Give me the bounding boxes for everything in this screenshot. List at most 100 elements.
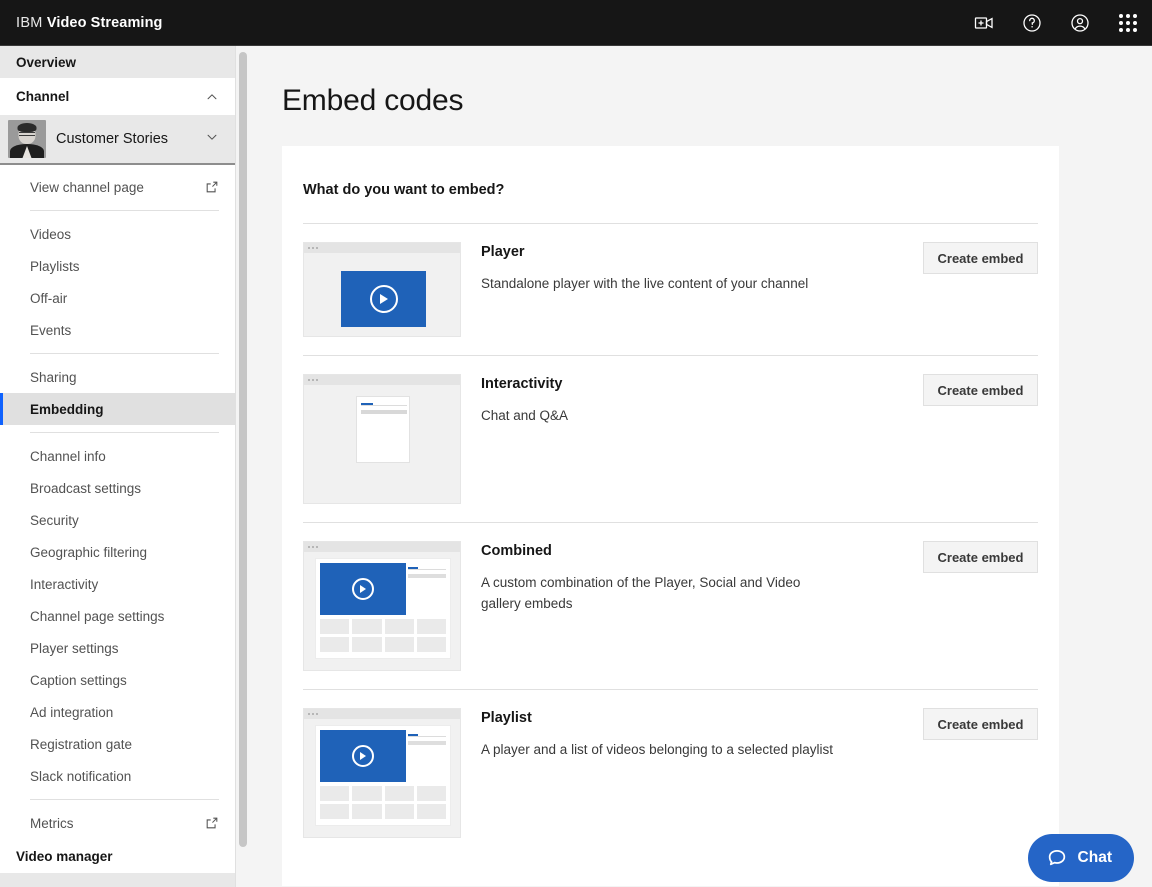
sidebar-item-embedding[interactable]: Embedding xyxy=(0,393,235,425)
player-preview xyxy=(320,730,406,782)
chat-bubble-icon xyxy=(1046,847,1068,869)
sidebar-item-off-air[interactable]: Off-air xyxy=(16,282,219,314)
browser-chrome-bar xyxy=(304,243,460,253)
help-icon[interactable] xyxy=(1008,0,1056,46)
chevron-down-icon xyxy=(205,130,219,149)
sidebar-item-security[interactable]: Security xyxy=(16,504,219,536)
sidebar-item-slack-notification[interactable]: Slack notification xyxy=(16,760,219,792)
chat-panel-preview xyxy=(408,563,446,615)
sidebar-item-label: Videos xyxy=(30,226,72,242)
sidebar-item-channel-info[interactable]: Channel info xyxy=(16,440,219,472)
player-thumbnail xyxy=(303,242,461,337)
sidebar-divider-4 xyxy=(30,799,219,800)
sidebar-bottom-fade xyxy=(0,873,235,887)
embed-option-title: Interactivity xyxy=(481,376,563,392)
player-preview xyxy=(320,563,406,615)
sidebar-section-channel[interactable]: Channel xyxy=(0,78,235,115)
sidebar-item-player-settings[interactable]: Player settings xyxy=(16,632,219,664)
chat-widget-button[interactable]: Chat xyxy=(1027,834,1134,882)
embed-option-title: Combined xyxy=(481,543,552,559)
play-icon xyxy=(369,285,398,313)
sidebar-item-overview[interactable]: Overview xyxy=(0,46,235,78)
sidebar-item-channel-page-settings[interactable]: Channel page settings xyxy=(16,600,219,632)
header-actions xyxy=(960,0,1152,45)
embed-option-title: Playlist xyxy=(481,710,532,726)
external-link-icon xyxy=(205,180,219,194)
sidebar-item-sharing[interactable]: Sharing xyxy=(16,361,219,393)
sidebar-scrollbar[interactable] xyxy=(238,46,248,887)
video-gallery-grid xyxy=(320,619,446,652)
sidebar-item-caption-settings[interactable]: Caption settings xyxy=(16,664,219,696)
card-heading: What do you want to embed? xyxy=(303,182,505,198)
avatar xyxy=(8,120,46,158)
video-gallery-grid xyxy=(320,786,446,819)
sidebar-item-label: Off-air xyxy=(30,290,68,306)
chat-message-bar xyxy=(408,574,446,578)
chat-panel-preview xyxy=(356,396,410,463)
play-icon xyxy=(352,745,374,767)
app-switcher-icon[interactable] xyxy=(1104,0,1152,46)
embed-option-text: Playlist A player and a list of videos b… xyxy=(461,708,923,761)
chat-tab-line xyxy=(408,569,446,571)
sidebar-item-playlists[interactable]: Playlists xyxy=(16,250,219,282)
create-embed-button[interactable]: Create embed xyxy=(923,708,1038,740)
chat-widget-label: Chat xyxy=(1077,849,1112,866)
chat-tab-line xyxy=(408,736,446,738)
sidebar-item-label: Embedding xyxy=(30,401,104,417)
embed-option-combined: Combined A custom combination of the Pla… xyxy=(303,522,1038,689)
sidebar-item-label: Events xyxy=(30,322,72,338)
sidebar-item-label: Broadcast settings xyxy=(30,480,142,496)
sidebar-item-geographic-filtering[interactable]: Geographic filtering xyxy=(16,536,219,568)
sidebar-divider-2 xyxy=(30,353,219,354)
sidebar-divider-1 xyxy=(30,210,219,211)
sidebar-item-video-manager[interactable]: Video manager xyxy=(0,839,235,873)
sidebar-item-registration-gate[interactable]: Registration gate xyxy=(16,728,219,760)
sidebar-item-broadcast-settings[interactable]: Broadcast settings xyxy=(16,472,219,504)
sidebar-item-label: Overview xyxy=(16,54,77,70)
sidebar-item-metrics[interactable]: Metrics xyxy=(16,807,219,839)
chevron-up-icon xyxy=(205,90,219,104)
play-icon xyxy=(352,578,374,600)
sidebar-divider-3 xyxy=(30,432,219,433)
browser-chrome-bar xyxy=(304,709,460,719)
create-embed-button[interactable]: Create embed xyxy=(923,541,1038,573)
playlist-thumbnail xyxy=(303,708,461,838)
page-title: Embed codes xyxy=(282,84,464,117)
sidebar-item-label: Ad integration xyxy=(30,704,114,720)
sidebar-item-label: Caption settings xyxy=(30,672,127,688)
sidebar: Overview Channel Customer Stories View c… xyxy=(0,46,236,887)
sidebar-item-label: Video manager xyxy=(16,848,113,864)
sidebar-item-view-channel-page[interactable]: View channel page xyxy=(16,171,219,203)
embed-option-interactivity: Interactivity Chat and Q&A Create embed xyxy=(303,355,1038,522)
player-preview xyxy=(341,271,426,327)
add-video-icon[interactable] xyxy=(960,0,1008,46)
sidebar-item-label: Slack notification xyxy=(30,768,132,784)
chat-message-bar xyxy=(408,741,446,745)
account-icon[interactable] xyxy=(1056,0,1104,46)
playlist-preview xyxy=(315,725,451,826)
sidebar-content: Overview Channel Customer Stories View c… xyxy=(0,46,235,887)
sidebar-item-label: Interactivity xyxy=(30,576,99,592)
sidebar-item-interactivity[interactable]: Interactivity xyxy=(16,568,219,600)
embed-option-description: A player and a list of videos belonging … xyxy=(481,742,833,757)
embed-option-description: Standalone player with the live content … xyxy=(481,276,809,291)
channel-selector[interactable]: Customer Stories xyxy=(0,115,235,165)
embed-option-title: Player xyxy=(481,244,525,260)
main-content: Embed codes What do you want to embed? P… xyxy=(250,46,1152,887)
sidebar-item-ad-integration[interactable]: Ad integration xyxy=(16,696,219,728)
sidebar-scrollbar-thumb[interactable] xyxy=(239,52,247,847)
sidebar-item-label: Metrics xyxy=(30,815,74,831)
embed-option-text: Player Standalone player with the live c… xyxy=(461,242,923,295)
sidebar-item-label: Channel page settings xyxy=(30,608,165,624)
chat-tab-line xyxy=(361,405,407,407)
sidebar-item-label: Security xyxy=(30,512,79,528)
brand-product-name: Video Streaming xyxy=(46,14,163,31)
sidebar-item-events[interactable]: Events xyxy=(16,314,219,346)
chat-message-bar xyxy=(361,410,407,414)
create-embed-button[interactable]: Create embed xyxy=(923,242,1038,274)
sidebar-section-label: Channel xyxy=(16,89,70,104)
brand-logo[interactable]: IBM Video Streaming xyxy=(16,15,162,31)
sidebar-item-videos[interactable]: Videos xyxy=(16,218,219,250)
interactivity-thumbnail xyxy=(303,374,461,504)
create-embed-button[interactable]: Create embed xyxy=(923,374,1038,406)
